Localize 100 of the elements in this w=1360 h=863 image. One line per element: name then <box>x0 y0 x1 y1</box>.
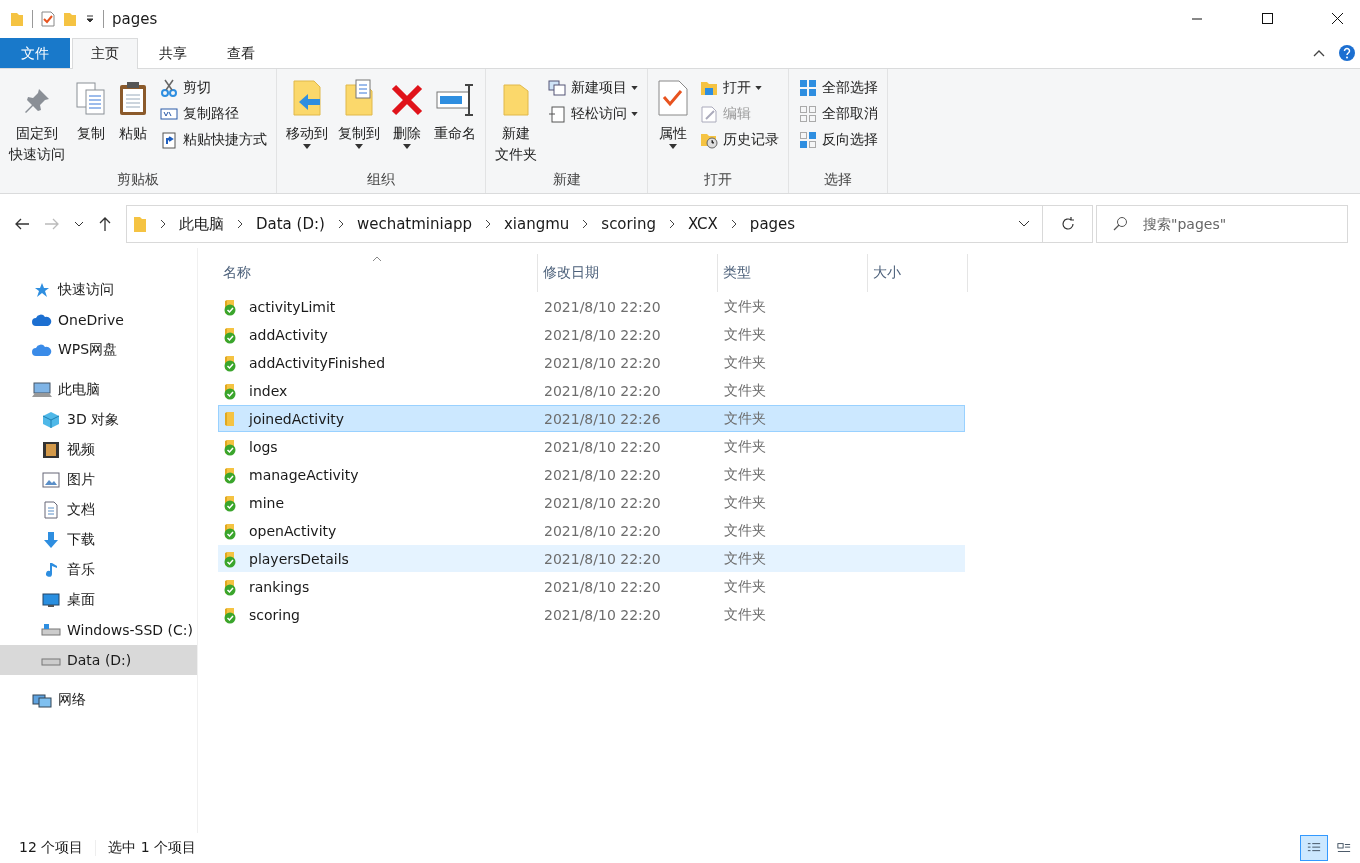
type-cell-text: 文件夹 <box>723 577 767 596</box>
chevron-down-icon[interactable] <box>74 220 84 228</box>
column-header[interactable]: 类型 <box>717 254 868 292</box>
refresh-button[interactable] <box>1043 205 1093 243</box>
nav-item[interactable]: 此电脑 <box>0 375 197 405</box>
date-cell-text: 2021/8/10 22:20 <box>543 466 662 483</box>
file-row[interactable]: playersDetails 2021/8/10 22:20 文件夹 <box>218 545 965 572</box>
breadcrumb[interactable]: Data (D:) <box>256 215 325 233</box>
ribbon-button[interactable]: 粘贴快捷方式 <box>156 127 270 153</box>
image-icon <box>42 472 60 488</box>
nav-item[interactable]: Windows-SSD (C:) <box>0 615 197 645</box>
ribbon-button[interactable]: 粘贴 <box>114 75 152 171</box>
file-row[interactable]: rankings 2021/8/10 22:20 文件夹 <box>218 573 965 600</box>
file-name: mine <box>249 494 284 511</box>
breadcrumb[interactable]: scoring <box>601 215 656 233</box>
file-row[interactable]: index 2021/8/10 22:20 文件夹 <box>218 377 965 404</box>
nav-item[interactable]: OneDrive <box>0 305 197 335</box>
chevron-right-icon[interactable] <box>159 219 167 229</box>
nav-item[interactable]: 文档 <box>0 495 197 525</box>
address-bar[interactable]: 此电脑 Data (D:) wechatminiapp xiangmu scoring XCX pages <box>126 205 1043 243</box>
file-row[interactable]: mine 2021/8/10 22:20 文件夹 <box>218 489 965 516</box>
ribbon-button[interactable]: 全部选择 <box>795 75 881 101</box>
chevron-right-icon[interactable] <box>336 219 345 229</box>
ribbon-button[interactable]: 剪切 <box>156 75 270 101</box>
selection-count: 选中 1 个项目 <box>108 839 197 857</box>
file-name: addActivity <box>249 326 328 343</box>
ribbon-button[interactable]: 新建项目 <box>544 75 641 101</box>
ribbon-button[interactable]: 重命名 <box>431 75 479 171</box>
chevron-right-icon[interactable] <box>729 219 738 229</box>
ribbon-button[interactable]: 固定到 快速访问 <box>6 75 68 171</box>
nav-item[interactable]: WPS网盘 <box>0 335 197 365</box>
column-header[interactable]: 名称 <box>218 254 538 292</box>
file-row[interactable]: openActivity 2021/8/10 22:20 文件夹 <box>218 517 965 544</box>
nav-item[interactable]: 快速访问 <box>0 275 197 305</box>
ribbon-button[interactable]: 新建 文件夹 <box>492 75 540 171</box>
date-cell-text: 2021/8/10 22:20 <box>543 382 662 399</box>
nav-item[interactable]: 3D 对象 <box>0 405 197 435</box>
back-arrow-icon[interactable] <box>14 217 30 231</box>
up-arrow-icon[interactable] <box>98 216 112 232</box>
select-none-icon <box>799 105 817 123</box>
chevron-right-icon[interactable] <box>581 219 590 229</box>
file-row[interactable]: addActivityFinished 2021/8/10 22:20 文件夹 <box>218 349 965 376</box>
breadcrumb[interactable]: 此电脑 <box>179 214 224 234</box>
column-header[interactable]: 大小 <box>867 254 968 292</box>
nav-item[interactable]: 网络 <box>0 685 197 715</box>
file-row[interactable]: activityLimit 2021/8/10 22:20 文件夹 <box>218 293 965 320</box>
nav-item[interactable]: 视频 <box>0 435 197 465</box>
ribbon-button[interactable]: 轻松访问 <box>544 101 641 127</box>
type-cell-text: 文件夹 <box>723 521 767 540</box>
move-to-icon <box>290 79 324 117</box>
file-row[interactable]: scoring 2021/8/10 22:20 文件夹 <box>218 601 965 628</box>
nav-item[interactable]: 下载 <box>0 525 197 555</box>
caret-icon[interactable] <box>85 14 95 24</box>
file-row[interactable]: manageActivity 2021/8/10 22:20 文件夹 <box>218 461 965 488</box>
type-cell-text: 文件夹 <box>723 409 767 428</box>
caret-icon <box>631 112 638 116</box>
nav-item[interactable]: 音乐 <box>0 555 197 585</box>
shortcut-icon <box>161 131 177 149</box>
folder-icon <box>133 215 147 233</box>
caret-icon <box>631 86 638 90</box>
ribbon-button[interactable]: 属性 <box>654 75 692 171</box>
ribbon-tab[interactable]: 共享 <box>140 38 206 68</box>
copy-icon <box>75 81 107 117</box>
chevron-down-icon[interactable] <box>1018 220 1030 228</box>
nav-item[interactable]: 桌面 <box>0 585 197 615</box>
chevron-right-icon[interactable] <box>483 219 492 229</box>
ribbon-tab[interactable]: 查看 <box>208 38 274 68</box>
properties-icon[interactable] <box>41 11 55 27</box>
ribbon-button[interactable]: 反向选择 <box>795 127 881 153</box>
ribbon-button[interactable]: 打开 <box>696 75 782 101</box>
ribbon-tab[interactable]: 主页 <box>72 38 138 69</box>
ribbon-button[interactable]: 移动到 <box>283 75 331 171</box>
item-count: 12 个项目 <box>19 839 84 857</box>
file-row[interactable]: logs 2021/8/10 22:20 文件夹 <box>218 433 965 460</box>
chevron-up-icon[interactable] <box>1312 48 1326 58</box>
breadcrumb[interactable]: wechatminiapp <box>356 215 472 233</box>
nav-item[interactable]: 图片 <box>0 465 197 495</box>
file-row[interactable]: joinedActivity 2021/8/10 22:26 文件夹 <box>218 405 965 432</box>
ribbon-button[interactable]: 删除 <box>387 75 427 171</box>
file-name: manageActivity <box>249 466 359 483</box>
breadcrumb[interactable]: XCX <box>687 215 718 233</box>
network-icon <box>32 692 52 708</box>
drive-icon <box>41 623 61 637</box>
ribbon-button[interactable]: 复制 <box>72 75 110 171</box>
breadcrumb[interactable]: xiangmu <box>503 215 570 233</box>
ribbon-button[interactable]: 复制路径 <box>156 101 270 127</box>
ribbon-button[interactable]: 复制到 <box>335 75 383 171</box>
history-icon <box>700 131 718 149</box>
chevron-right-icon[interactable] <box>236 219 244 229</box>
details-view-button[interactable] <box>1300 835 1328 861</box>
nav-item[interactable]: Data (D:) <box>0 645 197 675</box>
help-icon[interactable] <box>1338 44 1356 62</box>
file-row[interactable]: addActivity 2021/8/10 22:20 文件夹 <box>218 321 965 348</box>
ribbon-button[interactable]: 全部取消 <box>795 101 881 127</box>
chevron-right-icon[interactable] <box>667 219 676 229</box>
ribbon-tab[interactable]: 文件 <box>0 38 70 68</box>
search-field[interactable]: 搜索"pages" <box>1096 205 1348 243</box>
breadcrumb[interactable]: pages <box>749 215 796 233</box>
ribbon-button[interactable]: 历史记录 <box>696 127 782 153</box>
column-header[interactable]: 修改日期 <box>537 254 718 292</box>
